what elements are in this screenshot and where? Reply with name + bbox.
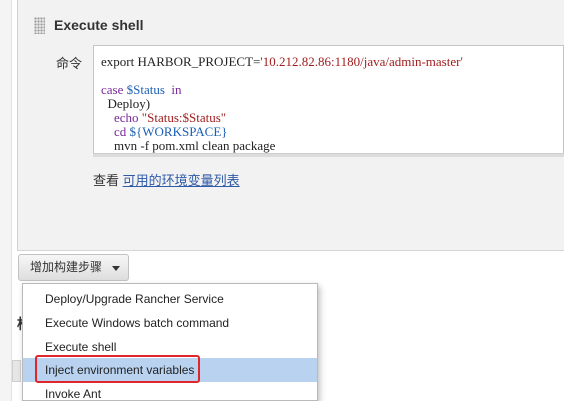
code-token: mvn -f pom.xml clean package <box>101 138 276 153</box>
code-token: in <box>164 82 182 97</box>
code-token: Deploy) <box>101 96 151 111</box>
background-control-fragment <box>12 360 21 382</box>
env-vars-link[interactable]: 可用的环境变量列表 <box>123 173 240 188</box>
command-textarea[interactable]: export HARBOR_PROJECT='10.212.82.86:1180… <box>93 45 564 154</box>
menu-item-invoke-ant[interactable]: Invoke Ant <box>23 382 317 400</box>
drag-handle-icon[interactable] <box>34 17 45 34</box>
add-build-step-button[interactable]: 增加构建步骤 <box>18 254 129 281</box>
code-token: "Status:$Status" <box>141 110 227 125</box>
code-token: echo <box>101 110 142 125</box>
code-token: case <box>101 82 127 97</box>
build-step-dropdown: Deploy/Upgrade Rancher Service Execute W… <box>22 283 318 401</box>
section-title: Execute shell <box>54 17 144 33</box>
code-token: $Status <box>126 82 165 97</box>
env-prefix: 查看 <box>93 173 123 188</box>
code-line: mvn -f pom.xml clean package <box>101 139 563 153</box>
menu-item-deploy-rancher[interactable]: Deploy/Upgrade Rancher Service <box>23 287 317 311</box>
highlight-annotation <box>35 355 200 383</box>
code-line: cd ${WORKSPACE} <box>101 125 563 139</box>
code-token: ${WORKSPACE} <box>129 124 228 139</box>
code-token: export HARBOR_PROJECT= <box>101 54 261 69</box>
add-build-step-label: 增加构建步骤 <box>30 260 103 274</box>
code-token: cd <box>101 124 130 139</box>
code-line: export HARBOR_PROJECT='10.212.82.86:1180… <box>101 55 563 69</box>
textarea-resize-bar[interactable] <box>93 153 564 157</box>
code-line: echo "Status:$Status" <box>101 111 563 125</box>
page-left-strip <box>0 0 12 401</box>
chevron-down-icon <box>112 266 120 271</box>
command-label: 命令 <box>56 56 83 71</box>
code-line: Deploy) <box>101 97 563 111</box>
env-vars-row: 查看 可用的环境变量列表 <box>93 170 240 189</box>
code-line: case $Status in <box>101 83 563 97</box>
menu-item-windows-batch[interactable]: Execute Windows batch command <box>23 311 317 335</box>
code-token: '10.212.82.86:1180/java/admin-master' <box>260 54 463 69</box>
command-code: export HARBOR_PROJECT='10.212.82.86:1180… <box>94 46 563 153</box>
